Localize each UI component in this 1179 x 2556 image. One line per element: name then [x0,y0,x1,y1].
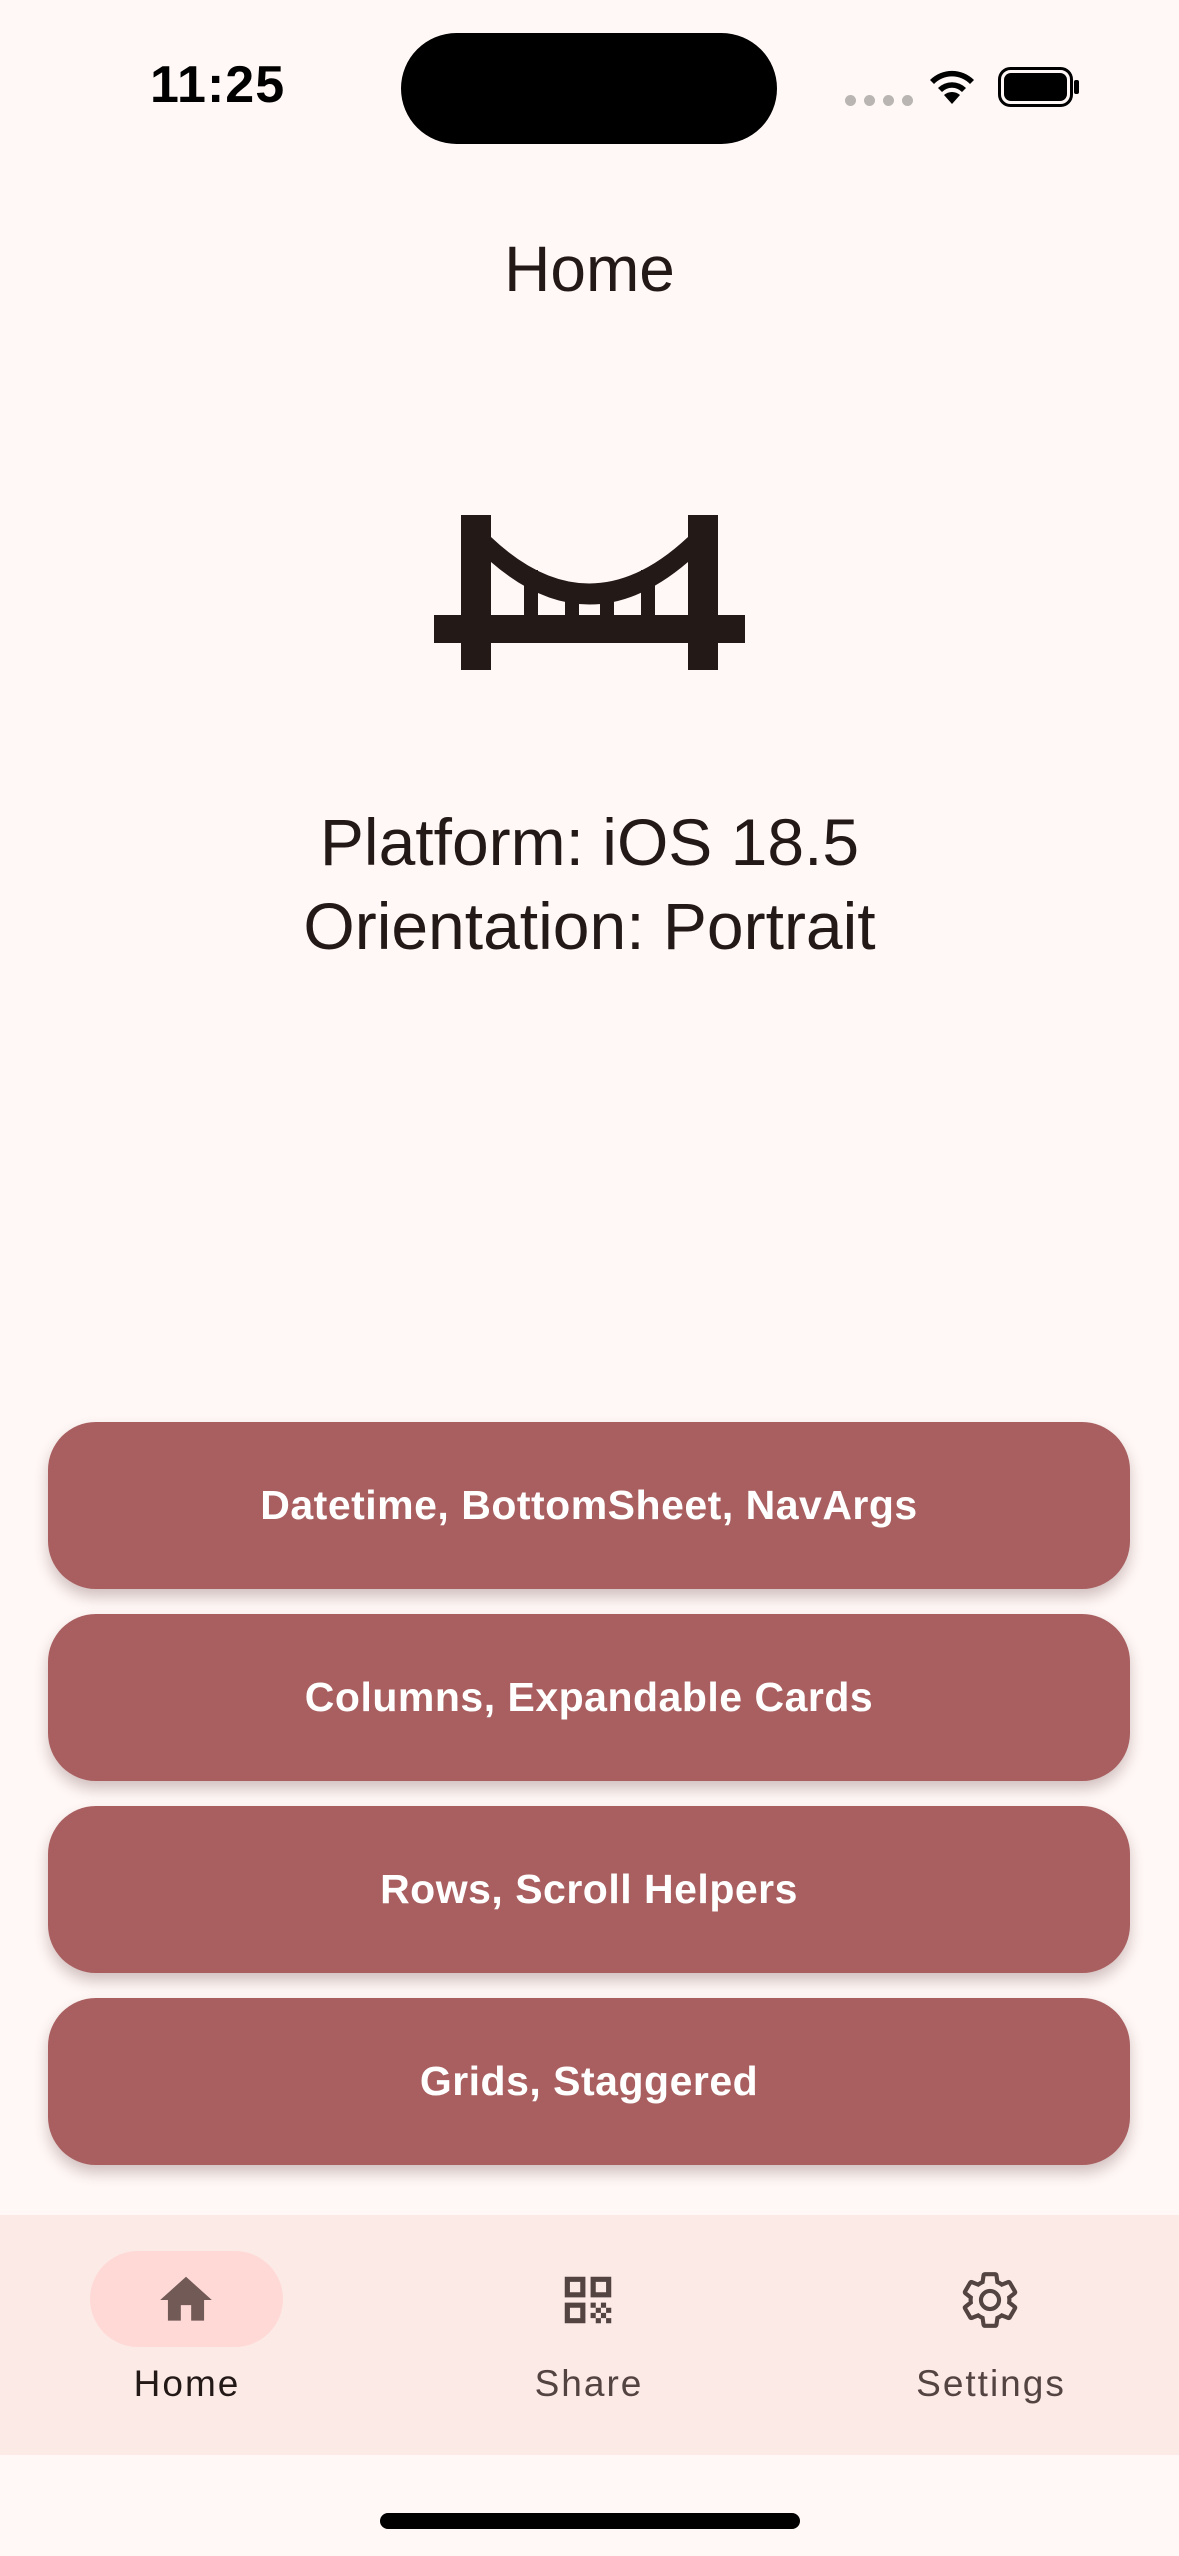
nav-item-share[interactable]: Share [454,2215,714,2455]
rows-scroll-helpers-button[interactable]: Rows, Scroll Helpers [48,1806,1130,1973]
nav-label-home: Home [133,2363,241,2404]
orientation-text: Orientation: Portrait [303,889,876,963]
battery-icon [998,67,1079,107]
platform-text: Platform: iOS 18.5 [319,805,860,879]
datetime-bottomsheet-navargs-button[interactable]: Datetime, BottomSheet, NavArgs [48,1422,1130,1589]
nav-label-share: Share [534,2363,644,2404]
nav-label-settings: Settings [916,2363,1066,2404]
status-time: 11:25 [150,56,286,114]
page-title: Home [504,233,675,305]
columns-expandable-cards-button[interactable]: Columns, Expandable Cards [48,1614,1130,1781]
qr-code-icon [564,2276,612,2324]
grids-staggered-button[interactable]: Grids, Staggered [48,1998,1130,2165]
home-icon [160,2276,212,2321]
home-indicator[interactable] [380,2513,800,2529]
wifi-icon [930,70,974,104]
dynamic-island [401,33,777,144]
gear-icon [962,2272,1018,2328]
cellular-signal-icon [845,95,913,106]
bridge-icon [434,515,745,670]
bottom-navigation: Home Share Settings [0,2215,1179,2455]
nav-item-settings[interactable]: Settings [856,2215,1116,2455]
nav-item-home[interactable]: Home [52,2215,312,2455]
device-info: Platform: iOS 18.5 Orientation: Portrait [0,800,1179,968]
